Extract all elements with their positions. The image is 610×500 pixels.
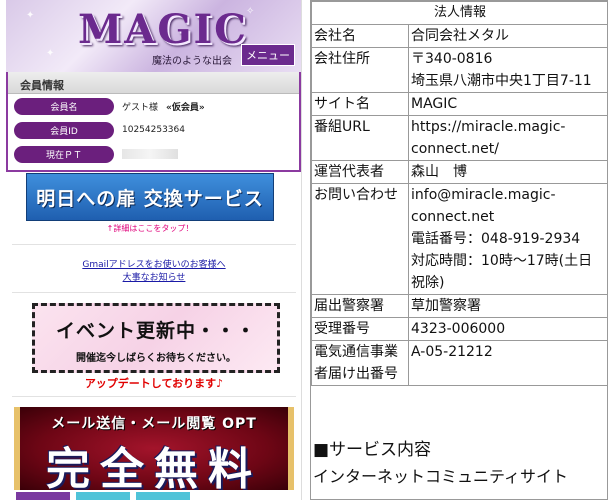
member-name-value-wrap: ゲスト様 «仮会員» [122,100,205,113]
service-section: ■サービス内容 インターネットコミュニティサイト [311,401,607,499]
member-row-name: 会員名 ゲスト様 «仮会員» [8,94,299,118]
important-notice-link[interactable]: 大事なお知らせ [6,270,301,283]
info-key: 会社名 [311,24,409,48]
info-value: 〒340-0816 埼玉県八潮市中央1丁目7-11 [408,47,607,93]
info-value-line: MAGIC [411,96,458,112]
service-heading: ■サービス内容 [313,440,432,460]
info-key-line: 会社住所 [314,51,370,67]
info-key-line: 者届け出番号 [314,366,398,382]
member-row-points: 現在ＰＴ [8,142,299,166]
table-row: 電気通信事業 者届け出番号 A-05-21212 [311,340,607,386]
info-value-line[interactable]: connect.net [411,206,606,228]
member-points-label: 現在ＰＴ [14,145,114,163]
corporate-info-panel: 法人情報 会社名 合同会社メタル会社住所 〒340-0816 埼玉県八潮市中央1丁目7… [310,0,608,500]
info-value-line: 埼玉県八潮市中央1丁目7-11 [411,73,592,89]
gmail-users-link[interactable]: Gmailアドレスをお使いのお客様へ [6,257,301,270]
info-value-line: 〒340-0816 [411,51,493,67]
info-key: 会社住所 [311,47,409,93]
table-row: サイト名 MAGIC [311,92,607,116]
site-header: ✦ ✧ ✦ MAGIC 魔法のような出会 メニュー [6,0,301,72]
service-text: インターネットコミュニティサイト [313,467,569,486]
info-value-line[interactable]: connect.net/ [411,138,606,160]
event-subtitle: 開催迄今しばらくお待ちください。 [76,353,236,364]
sparkle-icon: ✦ [46,48,55,59]
opt-banner-line1: メール送信・メール閲覧 OPT [51,416,257,432]
info-key: 運営代表者 [311,160,409,184]
info-value: 4323-006000 [408,317,607,341]
exchange-service-banner[interactable]: 明日への扉 交換サービス [26,173,274,221]
member-info-title: 会員情報 [8,72,299,94]
table-row: 運営代表者 森山 博 [311,160,607,184]
info-value-line: 合同会社メタル [411,28,509,44]
info-value-line: 4323-006000 [411,321,506,337]
member-info-box: 会員情報 会員名 ゲスト様 «仮会員» 会員ID 10254253364 現在ＰＴ [6,72,301,172]
info-key-line: 届出警察署 [314,298,384,314]
divider [12,244,296,245]
info-value-line: 電話番号：048-919-2934 [411,231,581,247]
info-value-line: 草加警察署 [411,298,481,314]
info-key-line: 運営代表者 [314,164,384,180]
member-name-value: ゲスト様 [122,102,159,113]
corporate-info-table: 法人情報 会社名 合同会社メタル会社住所 〒340-0816 埼玉県八潮市中央1丁目7… [311,1,607,386]
info-key: お問い合わせ [311,183,409,295]
info-value: A-05-21212 [408,340,607,386]
info-key-line: 会社名 [314,28,356,44]
member-status: «仮会員» [166,102,205,113]
bottom-tab-strip [16,492,190,500]
tap-for-details-note[interactable]: ↑詳細はここをタップ！ [6,223,294,234]
info-key-line: 電気通信事業 [314,344,398,360]
opt-banner-line2: 完全無料 [46,444,262,490]
member-row-id: 会員ID 10254253364 [8,118,299,142]
info-value-line[interactable]: info@miracle.magic- [411,184,606,206]
sparkle-icon: ✦ [26,10,35,21]
free-opt-banner[interactable]: メール送信・メール閲覧 OPT 完全無料 [14,407,294,490]
corporate-info-rows: 会社名 合同会社メタル会社住所 〒340-0816 埼玉県八潮市中央1丁目7-11 サイ… [311,24,607,386]
divider [12,396,296,397]
info-value-line: 森山 博 [411,164,467,180]
site-logo[interactable]: MAGIC [78,6,248,53]
table-row: 受理番号 4323-006000 [311,317,607,341]
info-value: MAGIC [408,92,607,116]
table-row: 番組URL https://miracle.magic-connect.net/ [311,115,607,161]
info-key: 番組URL [311,115,409,161]
info-key-line: お問い合わせ [314,187,398,203]
info-value: 草加警察署 [408,294,607,318]
info-key-line: サイト名 [314,96,370,112]
info-value-line: A-05-21212 [411,344,493,360]
member-points-value-redacted [122,149,178,159]
corporate-info-title: 法人情報 [311,1,607,25]
info-key: 受理番号 [311,317,409,341]
info-key-line: 受理番号 [314,321,370,337]
table-row: 届出警察署 草加警察署 [311,294,607,318]
member-name-label: 会員名 [14,97,114,115]
site-tagline: 魔法のような出会 [152,56,232,67]
table-row: お問い合わせ info@miracle.magic-connect.net 電話番号… [311,183,607,295]
mobile-site-panel: ✦ ✧ ✦ MAGIC 魔法のような出会 メニュー 会員情報 会員名 ゲスト様 «… [6,0,302,500]
info-value-line: 対応時間：10時〜17時(土日 [411,253,593,269]
bottom-tab-2[interactable] [76,492,130,500]
info-key-line: 番組URL [314,119,370,135]
info-value-line: 祝除) [411,275,445,291]
info-value-line[interactable]: https://miracle.magic- [411,116,606,138]
table-header-row: 法人情報 [311,1,607,25]
bottom-tab-3[interactable] [136,492,190,500]
info-key: 電気通信事業 者届け出番号 [311,340,409,386]
info-value: https://miracle.magic-connect.net/ [408,115,607,161]
update-note: アップデートしております♪ [84,377,224,390]
member-id-value: 10254253364 [122,125,185,135]
info-value: info@miracle.magic-connect.net 電話番号：048-9… [408,183,607,295]
info-value: 合同会社メタル [408,24,607,48]
info-key: 届出警察署 [311,294,409,318]
info-key: サイト名 [311,92,409,116]
info-value: 森山 博 [408,160,607,184]
table-row: 会社住所 〒340-0816 埼玉県八潮市中央1丁目7-11 [311,47,607,93]
table-row: 会社名 合同会社メタル [311,24,607,48]
divider [12,292,296,293]
event-title: イベント更新中・・・ [55,320,256,342]
event-banner[interactable]: イベント更新中・・・ 開催迄今しばらくお待ちください。 [32,303,280,373]
menu-button[interactable]: メニュー [241,44,295,66]
member-id-label: 会員ID [14,121,114,139]
bottom-tab-1[interactable] [16,492,70,500]
